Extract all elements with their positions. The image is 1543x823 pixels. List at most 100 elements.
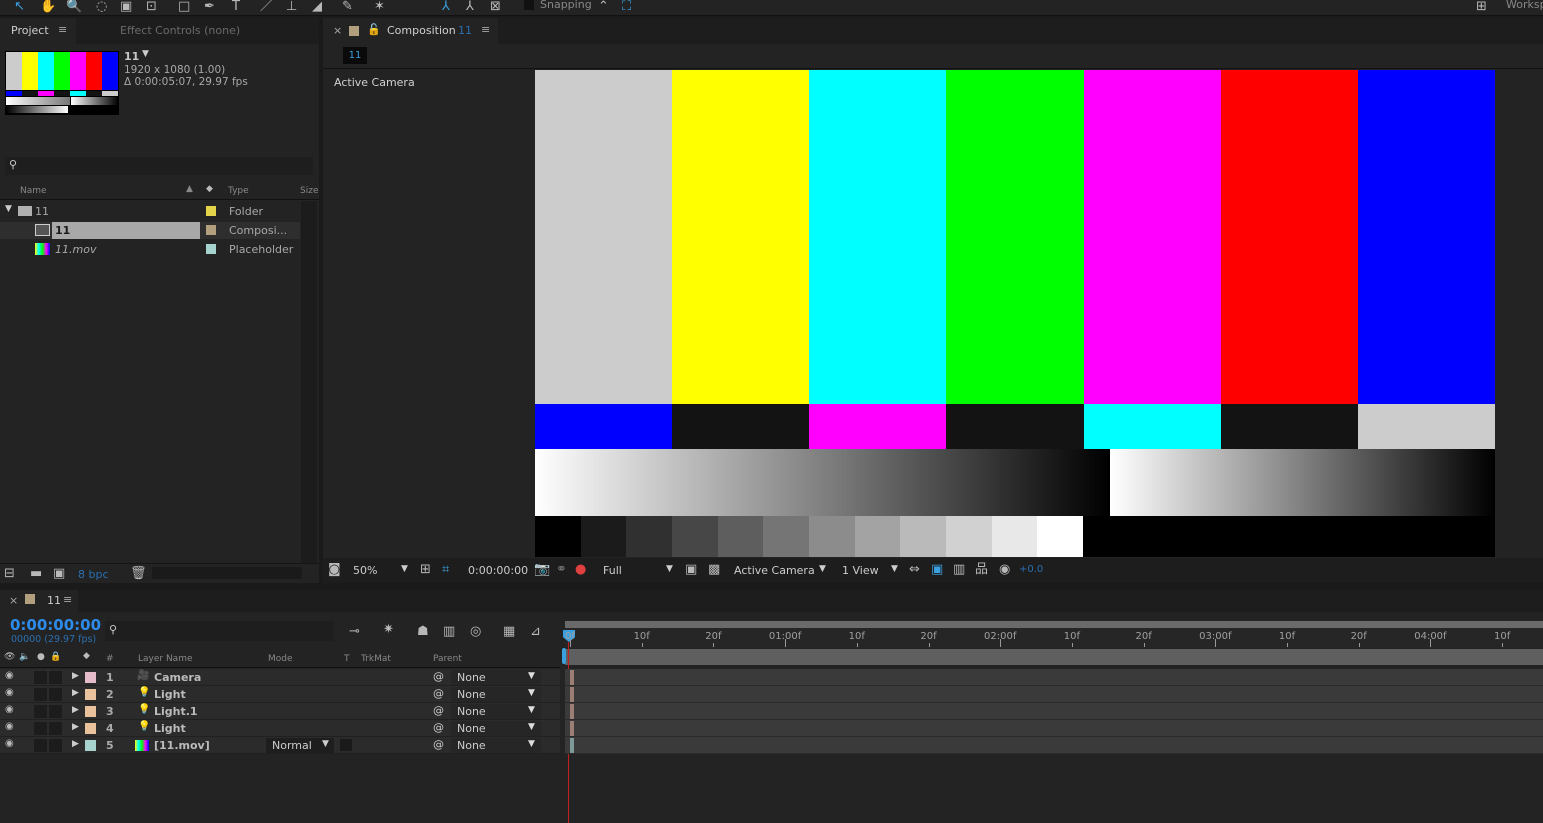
visibility-eye-icon[interactable]: ◉	[5, 738, 14, 749]
panel-menu-icon[interactable]: ≡	[58, 23, 67, 36]
reset-exposure-icon[interactable]: ◉	[999, 563, 1010, 577]
lock-toggle[interactable]	[49, 739, 62, 752]
expand-triangle-icon[interactable]: ▶	[72, 722, 79, 732]
lock-toggle[interactable]	[49, 705, 62, 718]
exposure-value[interactable]: +0.0	[1019, 564, 1043, 575]
puppet-tool-icon[interactable]: ✶	[374, 0, 385, 14]
new-folder-icon[interactable]: ▬	[30, 567, 42, 581]
roto-brush-tool-icon[interactable]: ✎	[342, 0, 353, 14]
draft-3d-icon[interactable]: ✷	[383, 623, 394, 637]
sort-ascending-icon[interactable]: ▲	[186, 184, 193, 194]
composition-mini-flowchart-icon[interactable]: ⊸	[349, 625, 360, 639]
clone-stamp-tool-icon[interactable]: ⊥	[286, 0, 297, 14]
layer-name[interactable]: Light	[154, 688, 186, 701]
magnification-dropdown[interactable]: 50%	[353, 564, 377, 577]
rotate-tool-icon[interactable]: ◌	[96, 0, 107, 14]
snap-features-icon[interactable]: ⛶	[622, 0, 631, 14]
layer-track[interactable]	[565, 720, 1543, 737]
local-axis-icon[interactable]: ⅄	[442, 0, 450, 14]
flowchart-icon[interactable]: 品	[975, 563, 988, 577]
view-axis-icon[interactable]: ⊠	[490, 0, 501, 14]
lock-icon[interactable]: 🔓	[367, 23, 381, 36]
region-of-interest-icon[interactable]: ⊞	[420, 563, 431, 577]
toggle-transparency-icon[interactable]: ▩	[708, 563, 720, 577]
layer-track[interactable]	[565, 686, 1543, 703]
comp-breadcrumb[interactable]: 11	[343, 47, 367, 64]
fast-previews-icon[interactable]: ▣	[685, 563, 697, 577]
work-area-start-handle[interactable]	[562, 648, 566, 664]
bit-depth-button[interactable]: 8 bpc	[78, 568, 109, 581]
label-tag-icon[interactable]: ◆	[83, 651, 90, 661]
color-channels-icon[interactable]: ●	[575, 563, 586, 577]
layer-row[interactable]: ◉ ▶ 4 💡 Light @ None ▼	[0, 720, 560, 737]
transparency-grid-icon[interactable]: ⌗	[442, 563, 449, 577]
view-layout-dropdown[interactable]: 1 View	[842, 564, 879, 577]
label-color-swatch[interactable]	[206, 225, 216, 235]
tab-project[interactable]: Project ≡	[0, 18, 76, 44]
layer-name[interactable]: [11.mov]	[154, 739, 210, 752]
solo-toggle[interactable]	[34, 739, 47, 752]
zoom-tool-icon[interactable]: 🔍	[66, 0, 82, 14]
tab-composition[interactable]: × 🔓 Composition 11 ≡	[323, 18, 498, 44]
layer-name[interactable]: Light	[154, 722, 186, 735]
chevron-down-icon[interactable]: ▼	[666, 564, 673, 574]
project-item-folder[interactable]: ▼ 11 Folder 品	[0, 203, 314, 220]
layer-duration-bar[interactable]	[570, 721, 574, 736]
horizontal-scrollbar[interactable]	[152, 567, 302, 579]
lock-toggle[interactable]	[49, 671, 62, 684]
solo-toggle[interactable]	[34, 688, 47, 701]
trkmat-dropdown[interactable]	[340, 739, 352, 751]
pick-whip-icon[interactable]: @	[433, 738, 444, 751]
motion-blur-icon[interactable]: ◎	[470, 625, 481, 639]
show-snapshot-icon[interactable]: ⚭	[556, 563, 567, 577]
layer-duration-bar[interactable]	[570, 670, 574, 685]
pan-behind-tool-icon[interactable]: ⊡	[146, 0, 157, 14]
expand-triangle-icon[interactable]: ▼	[5, 204, 12, 214]
solo-toggle[interactable]	[34, 671, 47, 684]
layer-name[interactable]: Light.1	[154, 705, 198, 718]
parent-dropdown[interactable]: None ▼	[451, 738, 541, 753]
selection-tool-icon[interactable]: ↖	[14, 0, 25, 14]
project-scrollbar[interactable]	[301, 201, 317, 563]
layer-row[interactable]: ◉ ▶ 2 💡 Light @ None ▼	[0, 686, 560, 703]
new-composition-icon[interactable]: ▣	[53, 567, 65, 581]
current-time[interactable]: 0:00:00:00	[10, 616, 101, 634]
visibility-eye-icon[interactable]: ◉	[5, 687, 14, 698]
snapping-checkbox[interactable]	[524, 0, 534, 10]
always-preview-icon[interactable]: ◙	[328, 563, 341, 577]
parent-dropdown[interactable]: None ▼	[451, 721, 541, 736]
camera-view-dropdown[interactable]: Active Camera	[734, 564, 815, 577]
audio-icon[interactable]: 🔈	[19, 652, 30, 662]
expand-triangle-icon[interactable]: ▶	[72, 705, 79, 715]
lock-icon[interactable]: 🔒	[50, 652, 61, 662]
label-color-swatch[interactable]	[206, 206, 216, 216]
layer-track[interactable]	[565, 703, 1543, 720]
interpret-footage-icon[interactable]: ⊟	[4, 567, 15, 581]
project-item-composition[interactable]: 11 Composi...	[0, 222, 300, 239]
label-tag-icon[interactable]: ◆	[206, 184, 213, 194]
pen-tool-icon[interactable]: ✒	[204, 0, 215, 14]
toggle-pixel-aspect-icon[interactable]: ⇔	[909, 563, 920, 577]
fast-draft-icon[interactable]: ▣	[931, 563, 943, 577]
layer-duration-bar[interactable]	[570, 687, 574, 702]
frame-blending-icon[interactable]: ▥	[443, 625, 455, 639]
column-layer-name[interactable]: Layer Name	[138, 654, 193, 664]
visibility-eye-icon[interactable]: ◉	[5, 704, 14, 715]
layer-row[interactable]: ◉ ▶ 1 🎥 Camera @ None ▼	[0, 669, 560, 686]
lock-toggle[interactable]	[49, 688, 62, 701]
layer-track[interactable]	[565, 669, 1543, 686]
snapshot-camera-icon[interactable]: 📷	[534, 563, 550, 577]
close-tab-icon[interactable]: ×	[333, 24, 342, 37]
label-color-swatch[interactable]	[85, 672, 96, 683]
column-name[interactable]: Name	[20, 186, 47, 196]
chevron-down-icon[interactable]: ▼	[401, 564, 408, 574]
hand-tool-icon[interactable]: ✋	[40, 0, 56, 14]
parent-dropdown[interactable]: None ▼	[451, 704, 541, 719]
layer-row[interactable]: ◉ ▶ 3 💡 Light.1 @ None ▼	[0, 703, 560, 720]
project-item-footage[interactable]: 11.mov Placeholder	[0, 241, 300, 258]
close-tab-icon[interactable]: ×	[9, 594, 18, 607]
pick-whip-icon[interactable]: @	[433, 687, 444, 700]
expand-triangle-icon[interactable]: ▶	[72, 688, 79, 698]
world-axis-icon[interactable]: ⅄	[466, 0, 474, 14]
label-color-swatch[interactable]	[85, 723, 96, 734]
